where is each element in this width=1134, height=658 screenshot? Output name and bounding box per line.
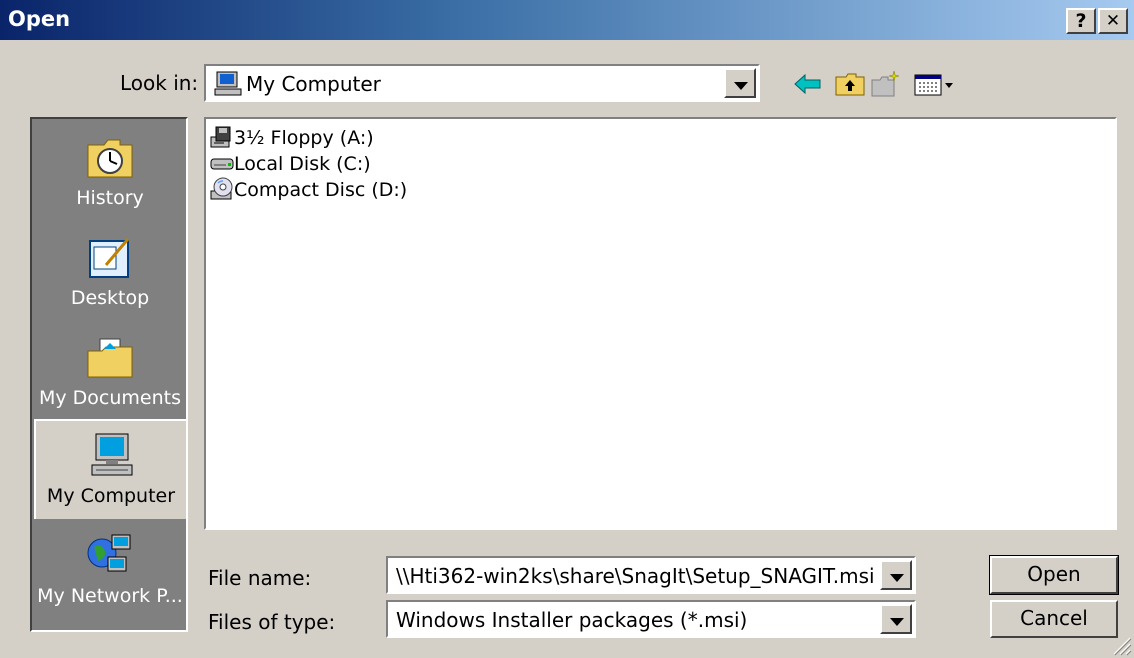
file-list-view[interactable]: 3½ Floppy (A:) Local Disk (C:) Compact D… [204, 117, 1117, 530]
place-history[interactable]: History [34, 123, 186, 223]
network-places-icon [87, 534, 131, 572]
close-button[interactable]: ✕ [1098, 8, 1128, 34]
list-item-label: Local Disk (C:) [234, 153, 371, 175]
open-button[interactable]: Open [989, 555, 1119, 595]
look-in-combobox[interactable]: My Computer [204, 64, 760, 102]
place-my-computer[interactable]: My Computer [34, 419, 186, 519]
new-folder-icon[interactable] [870, 68, 902, 100]
place-label: History [76, 187, 144, 209]
my-computer-small-icon [214, 71, 242, 96]
place-my-documents[interactable]: My Documents [34, 323, 186, 423]
file-type-label: Files of type: [208, 610, 336, 634]
places-bar: History Desktop My Documents My Computer… [30, 117, 188, 632]
look-in-value: My Computer [246, 72, 381, 96]
view-menu-icon[interactable] [912, 68, 956, 100]
file-name-label: File name: [208, 566, 312, 590]
file-name-dropdown-arrow[interactable] [880, 560, 912, 590]
help-button[interactable]: ? [1066, 8, 1096, 34]
file-type-dropdown-arrow[interactable] [880, 604, 912, 634]
open-dialog: Open ? ✕ Look in: My Computer History De… [0, 0, 1134, 658]
cancel-button[interactable]: Cancel [990, 600, 1118, 638]
place-label: My Network P... [37, 585, 183, 607]
list-item-label: Compact Disc (D:) [234, 179, 408, 201]
list-item-label: 3½ Floppy (A:) [234, 127, 374, 149]
window-title: Open [8, 7, 71, 31]
file-name-input[interactable]: \\Hti362-win2ks\share\SnagIt\Setup_SNAGI… [396, 564, 875, 588]
place-label: My Computer [46, 485, 176, 507]
title-bar[interactable]: Open ? ✕ [0, 0, 1134, 40]
place-desktop[interactable]: Desktop [34, 223, 186, 323]
hard-disk-icon [210, 158, 234, 170]
file-name-combobox[interactable]: \\Hti362-win2ks\share\SnagIt\Setup_SNAGI… [386, 556, 916, 594]
floppy-drive-icon [210, 126, 231, 148]
place-my-network-places[interactable]: My Network P... [34, 521, 186, 621]
file-type-combobox[interactable]: Windows Installer packages (*.msi) [386, 600, 916, 638]
place-label: My Documents [38, 387, 181, 409]
my-documents-icon [87, 338, 133, 378]
back-arrow-icon[interactable] [792, 68, 824, 100]
file-type-value: Windows Installer packages (*.msi) [396, 608, 748, 632]
resize-grip-icon[interactable] [1110, 634, 1132, 656]
up-folder-icon[interactable] [834, 68, 866, 100]
my-computer-icon [91, 433, 133, 476]
cd-drive-icon [210, 177, 233, 200]
look-in-dropdown-arrow[interactable] [724, 68, 756, 98]
desktop-icon [89, 238, 130, 278]
look-in-label: Look in: [120, 71, 199, 95]
place-label: Desktop [70, 287, 150, 309]
history-icon [87, 139, 133, 178]
